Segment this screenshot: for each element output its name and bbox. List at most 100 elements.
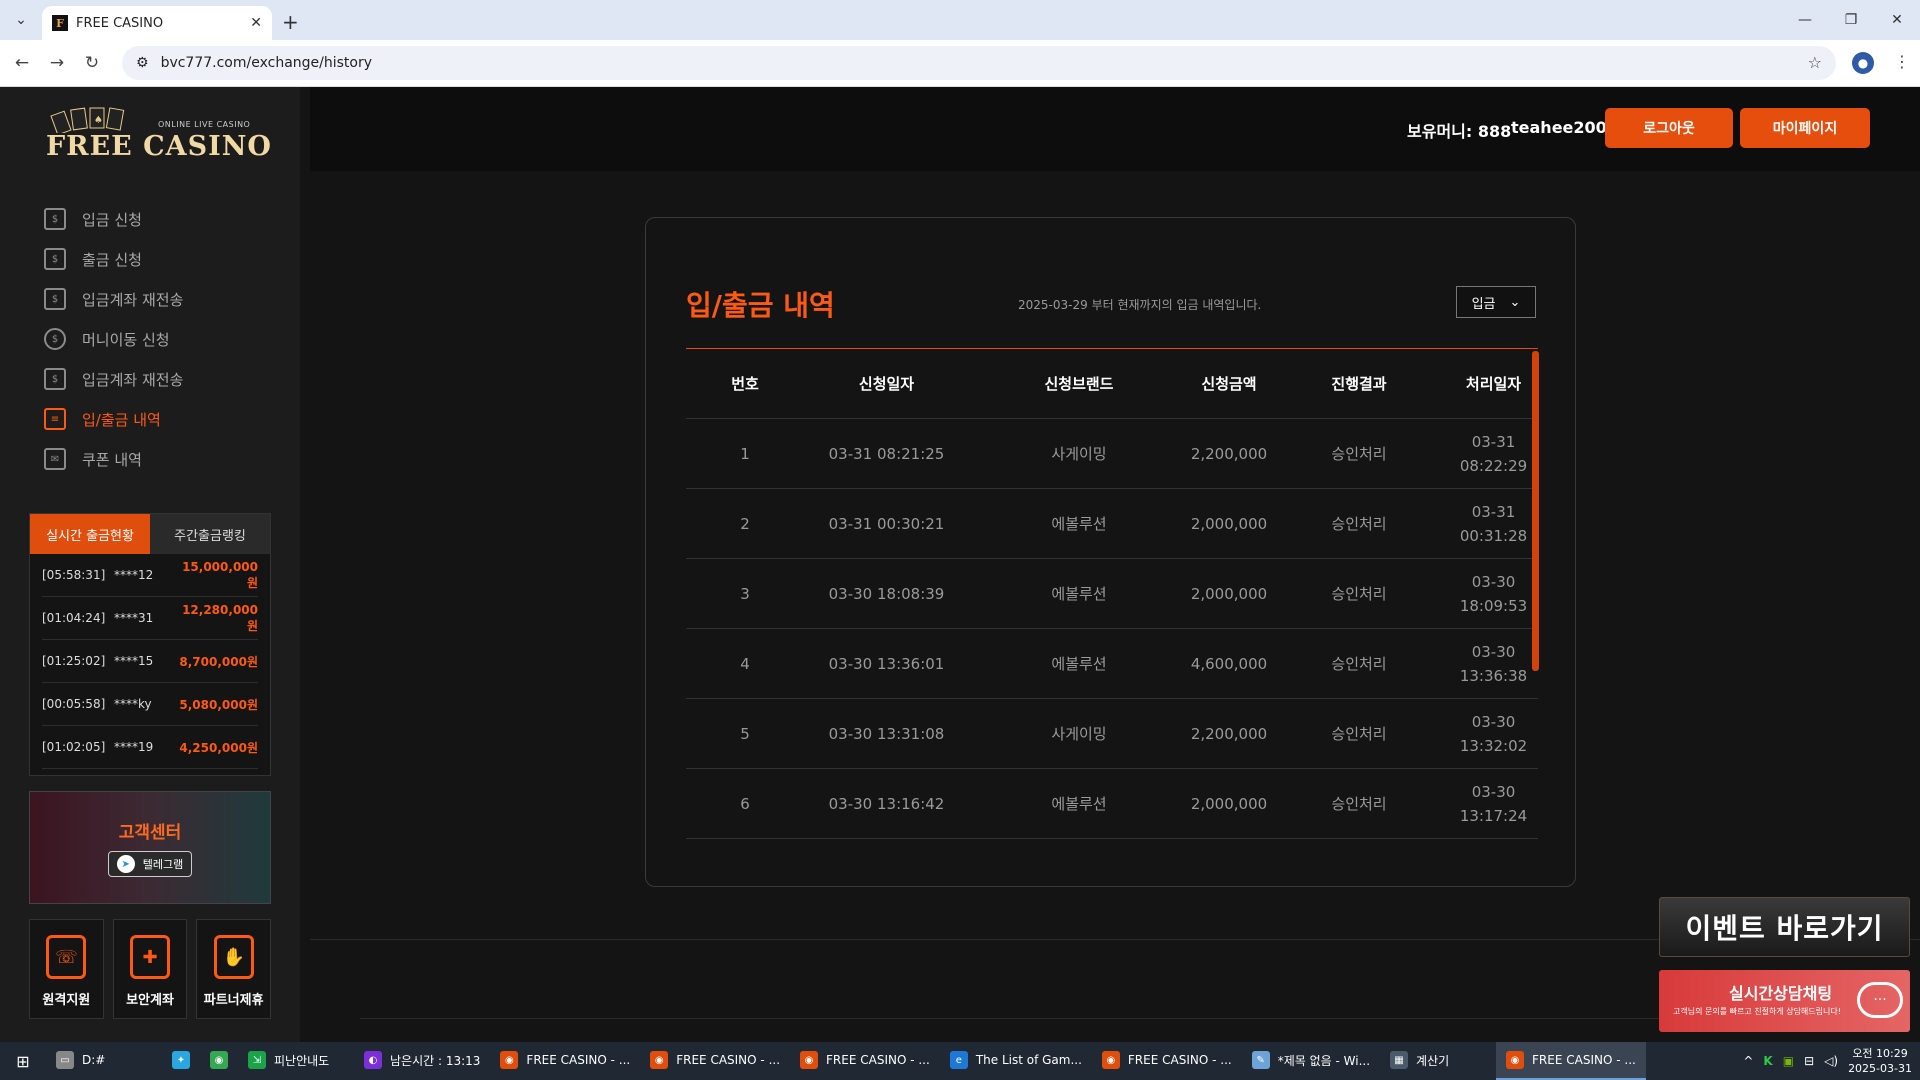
processed-date: 03-31 (1471, 432, 1516, 451)
cell-status: 승인처리 (1331, 725, 1387, 743)
menu-label: 출금 신청 (82, 250, 142, 269)
taskbar-label: 피난안내도 (274, 1053, 330, 1068)
cell-status: 승인처리 (1331, 795, 1387, 813)
taskbar-item[interactable]: ▭ D:# (46, 1042, 162, 1080)
mypage-button[interactable]: 마이페이지 (1740, 108, 1870, 148)
close-tab-icon[interactable]: ✕ (250, 15, 262, 31)
menu-item-coupon[interactable]: ✉ 쿠폰 내역 (44, 439, 284, 479)
quick-remote-support[interactable]: ☏ 원격지원 (29, 919, 104, 1019)
site-info-icon[interactable]: ⚙ (136, 55, 149, 71)
volume-icon[interactable]: ◁) (1824, 1054, 1838, 1068)
forward-icon[interactable]: → (44, 50, 70, 76)
ranking-row: [01:02:05] ****19 4,250,000원 (42, 726, 258, 769)
tray-chevron-icon[interactable]: ^ (1743, 1054, 1753, 1068)
live-chat-banner[interactable]: 실시간상담채팅 고객님의 문의를 빠르고 친절하게 상담해드립니다! ··· (1659, 970, 1910, 1032)
cell-no: 2 (740, 514, 750, 533)
tab-weekly-ranking[interactable]: 주간출금랭킹 (150, 514, 270, 554)
start-button[interactable]: ⊞ (0, 1042, 46, 1080)
cell-processed: 03-31 00:31:28 (1449, 500, 1538, 548)
bookmark-star-icon[interactable]: ☆ (1808, 53, 1822, 72)
ranking-amount: 15,000,000원 (182, 559, 258, 590)
cell-status: 승인처리 (1331, 655, 1387, 673)
taskbar-label: The List of Gam... (975, 1053, 1082, 1067)
system-tray: ^ K ▣ ⊟ ◁) 오전 10:29 2025-03-31 (1743, 1042, 1912, 1080)
menu-label: 입금계좌 재전송 (82, 370, 184, 389)
account-resend-icon: $ (44, 368, 66, 390)
tab-title: FREE CASINO (76, 15, 164, 31)
cell-brand: 에볼루션 (1051, 655, 1107, 673)
ranking-time: [01:04:24] (42, 611, 106, 625)
calculator-icon: ▦ (1390, 1051, 1409, 1069)
taskbar-item[interactable]: e The List of Gam... (940, 1042, 1092, 1080)
taskbar-item[interactable]: ◐ 남은시간 : 13:13 (354, 1042, 490, 1080)
close-window-icon[interactable]: ✕ (1874, 0, 1920, 40)
taskbar-item[interactable]: ◉ FREE CASINO - ... (640, 1042, 790, 1080)
new-tab-button[interactable]: + (282, 10, 299, 34)
ranking-row: [05:58:31] ****12 15,000,000원 (42, 554, 258, 597)
telegram-icon: ➤ (116, 855, 135, 873)
taskbar-item[interactable]: ◉ (200, 1042, 238, 1080)
cell-amount: 2,000,000 (1190, 794, 1268, 813)
withdraw-ranking-panel: 실시간 출금현황 주간출금랭킹 [05:58:31] ****12 15,000… (29, 513, 271, 776)
cell-no: 1 (740, 444, 750, 463)
table-scrollbar[interactable] (1532, 351, 1539, 671)
ranking-amount: 4,250,000원 (179, 740, 258, 755)
event-banner-button[interactable]: 이벤트 바로가기 (1659, 897, 1910, 957)
taskbar-item[interactable]: ✎ *제목 없음 - Wi... (1242, 1042, 1380, 1080)
table-row: 2 03-31 00:30:21 에볼루션 2,000,000 승인처리 03-… (686, 489, 1538, 559)
taskbar-item[interactable]: ▦ 계산기 (1380, 1042, 1496, 1080)
restore-icon[interactable]: ❐ (1828, 0, 1874, 40)
username-text: teahee2005 (1511, 118, 1618, 137)
menu-item-account-resend-2[interactable]: $ 입금계좌 재전송 (44, 359, 284, 399)
chevron-down-icon: ⌄ (1509, 294, 1521, 310)
quick-secure-account[interactable]: ✚ 보안계좌 (112, 919, 188, 1019)
menu-item-money-transfer[interactable]: $ 머니이동 신청 (44, 319, 284, 359)
taskbar-item[interactable]: ◉ FREE CASINO - ... (790, 1042, 940, 1080)
taskbar-item[interactable]: ◉ FREE CASINO - ... (490, 1042, 640, 1080)
cell-date: 03-31 08:21:25 (828, 444, 945, 463)
cell-processed: 03-31 08:22:29 (1449, 430, 1538, 478)
tab-realtime-withdraw[interactable]: 실시간 출금현황 (30, 514, 150, 554)
back-icon[interactable]: ← (9, 50, 35, 76)
ranking-user: ****31 (114, 611, 154, 625)
taskbar-item[interactable]: ◉ FREE CASINO - ... (1496, 1042, 1646, 1080)
windows-taskbar: ⊞ ▭ D:# ✦ ◉ ⇲ 피난안내도 ◐ 남은시간 : 13:13 ◉ FREE CASINO … (0, 1042, 1920, 1080)
site-logo[interactable]: ♠ ONLINE LIVE CASINO FREE CASINO (40, 107, 271, 167)
tray-app-icon[interactable]: K (1763, 1054, 1772, 1068)
exit-sign-icon: ⇲ (248, 1051, 266, 1069)
tray-gpu-icon[interactable]: ▣ (1783, 1054, 1794, 1068)
taskbar-clock[interactable]: 오전 10:29 2025-03-31 (1848, 1046, 1912, 1076)
processed-date: 03-30 (1471, 642, 1516, 661)
taskbar-item[interactable]: ✦ (162, 1042, 200, 1080)
processed-time: 13:36:38 (1459, 666, 1528, 685)
cell-no: 3 (740, 584, 750, 603)
menu-item-account-resend[interactable]: $ 입금계좌 재전송 (44, 279, 284, 319)
telegram-button[interactable]: ➤ 텔레그램 (107, 851, 193, 877)
menu-item-withdraw[interactable]: $ 출금 신청 (44, 239, 284, 279)
logout-button[interactable]: 로그아웃 (1605, 108, 1733, 148)
browser-tab-active[interactable]: F FREE CASINO ✕ (42, 6, 272, 40)
ranking-user: ****19 (114, 740, 154, 754)
select-value: 입금 (1471, 296, 1496, 312)
minimize-icon[interactable]: — (1782, 0, 1828, 40)
ranking-time: [01:25:02] (42, 654, 106, 668)
cell-brand: 사게이밍 (1051, 725, 1107, 743)
reload-icon[interactable]: ↻ (79, 50, 105, 76)
partner-icon: ✋ (213, 935, 254, 979)
taskbar-item[interactable]: ⇲ 피난안내도 (238, 1042, 354, 1080)
tab-search-button[interactable]: ⌄ (6, 5, 36, 35)
address-bar[interactable]: ⚙ bvc777.com/exchange/history ☆ (122, 46, 1836, 80)
menu-item-deposit[interactable]: $ 입금 신청 (44, 199, 284, 239)
menu-item-history[interactable]: ≡ 입/출금 내역 (44, 399, 284, 439)
secure-account-icon: ✚ (130, 935, 170, 979)
customer-center-banner[interactable]: 고객센터 ➤ 텔레그램 (29, 791, 271, 904)
processed-date: 03-30 (1471, 782, 1516, 801)
taskbar-item[interactable]: ◉ FREE CASINO - ... (1092, 1042, 1242, 1080)
network-icon[interactable]: ⊟ (1804, 1054, 1814, 1068)
quick-partner[interactable]: ✋ 파트너제휴 (196, 919, 272, 1019)
profile-icon[interactable]: ● (1852, 52, 1874, 74)
browser-menu-icon[interactable]: ⋮ (1894, 52, 1910, 74)
bird-icon: ✦ (172, 1051, 190, 1069)
history-type-select[interactable]: 입금 ⌄ (1456, 286, 1536, 318)
cell-processed: 03-30 18:09:53 (1449, 570, 1538, 618)
